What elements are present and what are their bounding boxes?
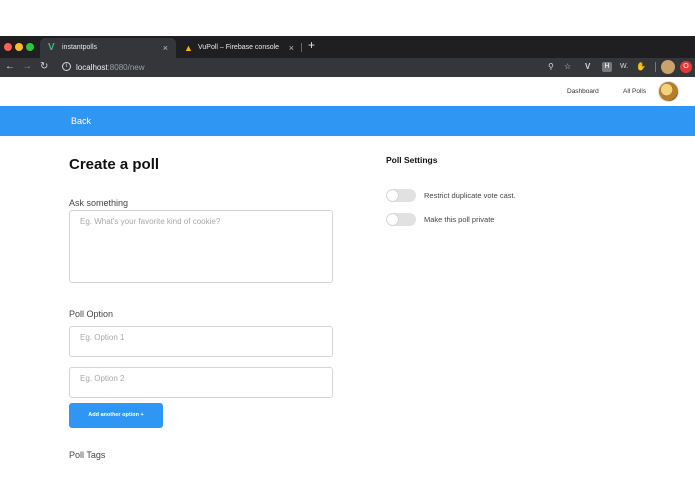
- close-icon[interactable]: ×: [163, 38, 168, 58]
- toggle-knob: [387, 190, 398, 201]
- hand-icon[interactable]: ✋: [636, 61, 646, 73]
- private-poll-label: Make this poll private: [424, 215, 495, 224]
- top-blank-area: [0, 0, 695, 36]
- close-window-icon[interactable]: [4, 43, 12, 51]
- key-icon[interactable]: ⚲: [548, 61, 554, 73]
- poll-option-label: Poll Option: [69, 309, 114, 319]
- profile-avatar-icon[interactable]: [661, 60, 675, 74]
- extension-w-icon[interactable]: W.: [620, 61, 628, 73]
- ask-something-label: Ask something: [69, 198, 129, 208]
- tab-firebase-console[interactable]: ▲ VuPoll – Firebase console ×: [176, 38, 302, 58]
- nav-all-polls-link[interactable]: All Polls: [623, 77, 646, 106]
- close-icon[interactable]: ×: [289, 38, 294, 58]
- back-button[interactable]: Back: [71, 106, 91, 136]
- firebase-icon: ▲: [184, 43, 193, 53]
- maximize-window-icon[interactable]: [26, 43, 34, 51]
- option-2-placeholder: Eg. Option 2: [80, 374, 125, 383]
- url-field[interactable]: localhost:8080/new: [76, 58, 145, 77]
- new-tab-button[interactable]: +: [308, 38, 315, 52]
- option-1-input[interactable]: Eg. Option 1: [69, 326, 333, 357]
- restrict-duplicate-toggle[interactable]: [386, 189, 416, 202]
- option-1-placeholder: Eg. Option 1: [80, 333, 125, 342]
- back-arrow-icon[interactable]: ←: [5, 60, 15, 74]
- user-avatar[interactable]: [658, 81, 679, 102]
- browser-tab-bar: V instantpolls × ▲ VuPoll – Firebase con…: [0, 36, 695, 58]
- minimize-window-icon[interactable]: [15, 43, 23, 51]
- star-icon[interactable]: ☆: [564, 61, 571, 73]
- vue-devtools-icon[interactable]: V: [585, 61, 590, 73]
- tab-divider: [301, 43, 302, 52]
- extension-h-icon[interactable]: H: [602, 62, 612, 72]
- private-poll-toggle[interactable]: [386, 213, 416, 226]
- option-2-input[interactable]: Eg. Option 2: [69, 367, 333, 398]
- toggle-knob: [387, 214, 398, 225]
- reload-icon[interactable]: ↻: [40, 60, 48, 74]
- restrict-duplicate-label: Restrict duplicate vote cast.: [424, 191, 516, 200]
- poll-tags-label: Poll Tags: [69, 450, 106, 460]
- tab-label: instantpolls: [62, 44, 98, 51]
- toolbar-divider: [655, 62, 656, 72]
- vue-icon: V: [48, 42, 55, 53]
- back-bar: Back: [0, 106, 695, 136]
- tab-label: VuPoll – Firebase console: [198, 44, 280, 51]
- forward-arrow-icon[interactable]: →: [22, 60, 32, 74]
- opera-icon[interactable]: O: [680, 61, 692, 73]
- nav-dashboard-link[interactable]: Dashboard: [567, 77, 599, 106]
- add-option-button[interactable]: Add another option +: [69, 403, 163, 428]
- poll-settings-title: Poll Settings: [386, 155, 438, 165]
- question-textarea[interactable]: Eg. What's your favorite kind of cookie?: [69, 210, 333, 283]
- page-title: Create a poll: [69, 156, 160, 173]
- question-placeholder: Eg. What's your favorite kind of cookie?: [80, 217, 221, 226]
- browser-address-bar: ← → ↻ i localhost:8080/new ⚲ ☆ V H W. ✋ …: [0, 58, 695, 77]
- tab-instantpolls[interactable]: V instantpolls ×: [40, 38, 176, 58]
- info-icon[interactable]: i: [62, 62, 71, 71]
- app-header: Dashboard All Polls: [0, 77, 695, 106]
- url-host: localhost: [76, 63, 108, 72]
- url-path: :8080/new: [107, 63, 145, 72]
